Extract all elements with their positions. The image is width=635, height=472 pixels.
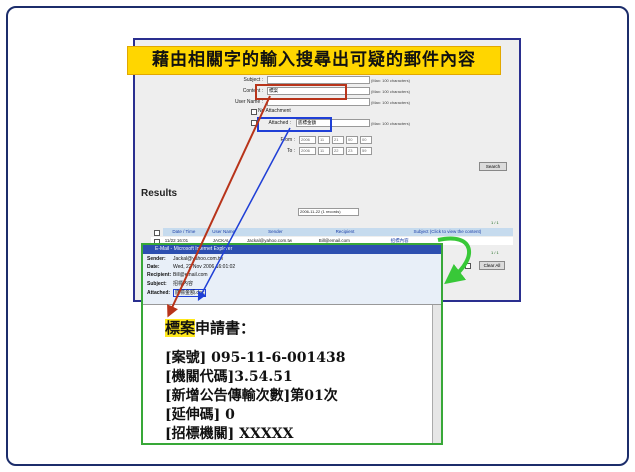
blue-arrow bbox=[197, 127, 291, 301]
red-arrow bbox=[167, 95, 271, 318]
caption-banner: 藉由相關字的輸入搜尋出可疑的郵件內容 bbox=[127, 46, 501, 75]
caption-text: 藉由相關字的輸入搜尋出可疑的郵件內容 bbox=[152, 50, 476, 70]
green-arrow bbox=[437, 236, 471, 285]
